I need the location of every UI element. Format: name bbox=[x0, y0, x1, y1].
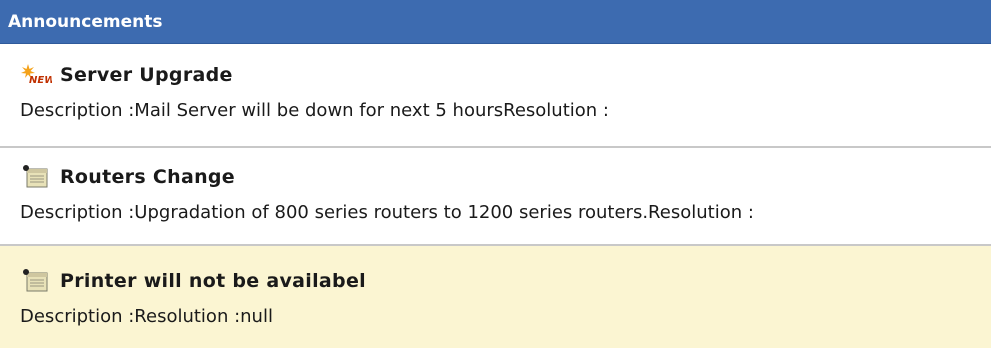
new-badge-icon: NEW bbox=[20, 62, 56, 88]
announcements-panel: Announcements NEW Server Upgrade Descrip… bbox=[0, 0, 991, 348]
announcement-title[interactable]: Printer will not be availabel bbox=[60, 270, 366, 292]
announcement-item[interactable]: Routers Change Description :Upgradation … bbox=[0, 148, 991, 246]
announcement-item[interactable]: NEW Server Upgrade Description :Mail Ser… bbox=[0, 44, 991, 148]
note-icon bbox=[20, 268, 52, 294]
note-icon bbox=[20, 164, 52, 190]
announcement-title-row: NEW Server Upgrade bbox=[20, 44, 991, 92]
announcement-item[interactable]: Printer will not be availabel Descriptio… bbox=[0, 246, 991, 348]
announcement-description: Description :Mail Server will be down fo… bbox=[20, 100, 609, 121]
announcement-title[interactable]: Routers Change bbox=[60, 166, 235, 188]
announcement-description: Description :Upgradation of 800 series r… bbox=[20, 202, 754, 223]
panel-header: Announcements bbox=[0, 0, 991, 44]
panel-title: Announcements bbox=[8, 12, 163, 32]
announcement-title-row: Routers Change bbox=[20, 148, 991, 194]
announcement-title-row: Printer will not be availabel bbox=[20, 246, 991, 298]
svg-text:NEW: NEW bbox=[29, 75, 52, 86]
announcement-description: Description :Resolution :null bbox=[20, 306, 273, 327]
announcement-title[interactable]: Server Upgrade bbox=[60, 64, 233, 86]
